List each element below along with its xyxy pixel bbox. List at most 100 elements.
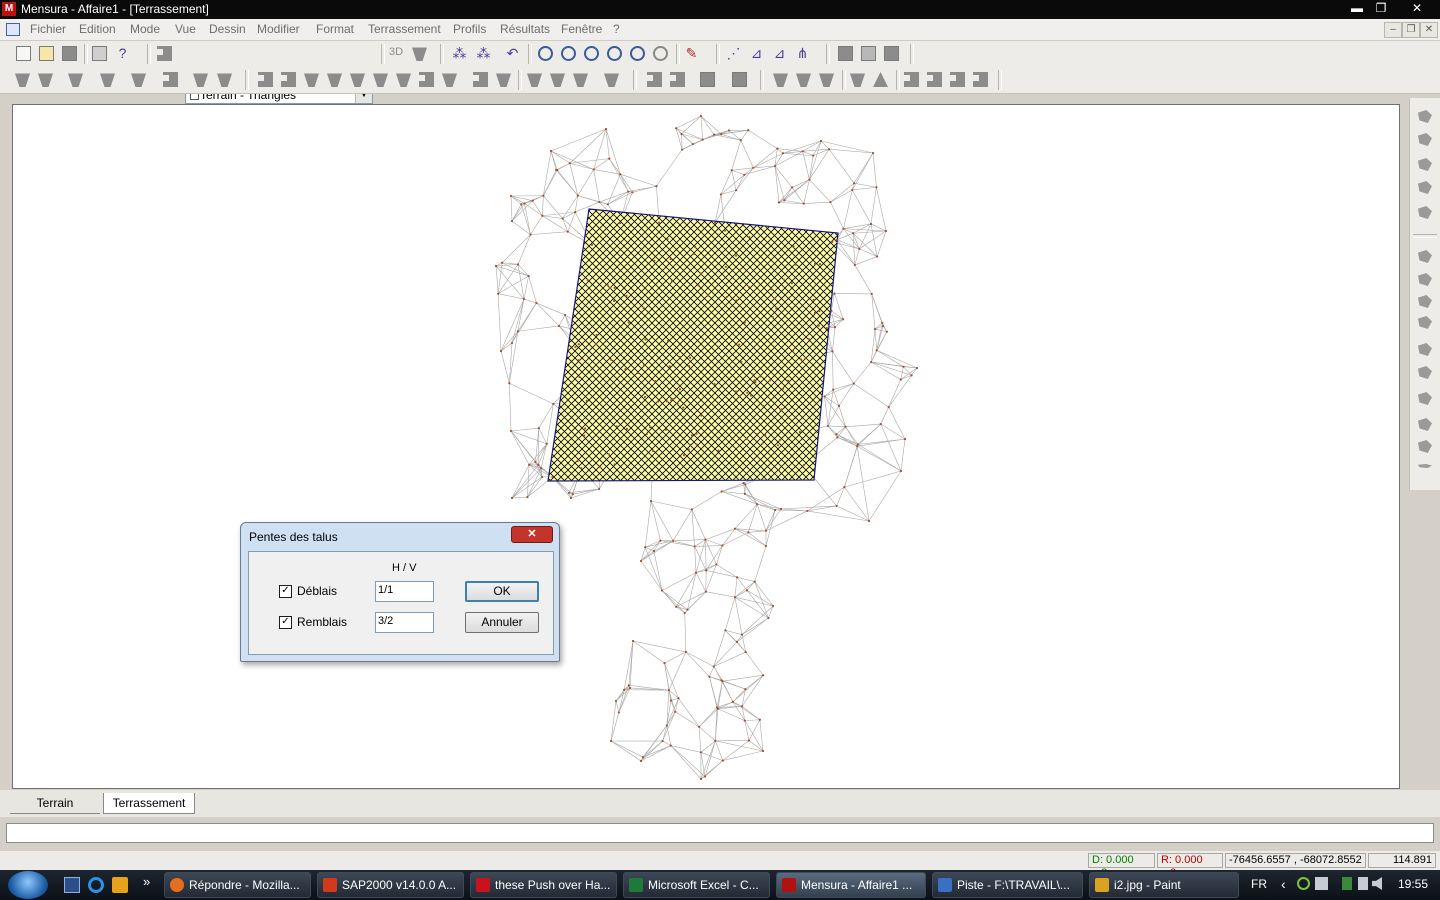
mdi-restore-button[interactable]: ❐ bbox=[1402, 22, 1420, 38]
menu-format[interactable]: Format bbox=[316, 22, 354, 36]
taskbar-item-excel[interactable]: Microsoft Excel - C... bbox=[623, 872, 770, 898]
clock[interactable]: 19:55 bbox=[1398, 877, 1428, 891]
internet-explorer-icon[interactable] bbox=[88, 877, 104, 893]
zoom-extents-icon[interactable] bbox=[561, 46, 576, 61]
section-tool-8-icon[interactable] bbox=[419, 72, 434, 87]
menu-fenetre[interactable]: Fenêtre bbox=[561, 22, 602, 36]
right-tool-11-icon[interactable] bbox=[1418, 366, 1432, 379]
maximize-button[interactable]: ❐ bbox=[1370, 0, 1392, 17]
right-line-tool-icon[interactable] bbox=[1418, 464, 1432, 468]
slope-tool-icon[interactable] bbox=[68, 73, 83, 87]
volume-tool-2-icon[interactable] bbox=[550, 73, 565, 87]
open-folder-icon[interactable] bbox=[39, 46, 54, 61]
drawing-canvas[interactable] bbox=[12, 104, 1400, 789]
bucket-icon[interactable] bbox=[850, 73, 865, 87]
taskbar-item-piste[interactable]: Piste - F:\TRAVAIL\... bbox=[932, 872, 1083, 898]
document-window-icon[interactable] bbox=[6, 23, 20, 36]
volume-icon[interactable] bbox=[1372, 877, 1382, 890]
menu-resultats[interactable]: Résultats bbox=[500, 22, 550, 36]
grid-tool-icon[interactable] bbox=[838, 46, 853, 61]
zoom-out-icon[interactable] bbox=[630, 46, 645, 61]
menu-mode[interactable]: Mode bbox=[130, 22, 160, 36]
deblais-checkbox[interactable]: ✓ bbox=[279, 585, 292, 598]
right-tool-13-icon[interactable] bbox=[1418, 418, 1432, 431]
new-file-icon[interactable] bbox=[16, 46, 31, 61]
house-icon[interactable] bbox=[604, 73, 619, 87]
menu-terrassement[interactable]: Terrassement bbox=[368, 22, 441, 36]
section-tool-4-icon[interactable] bbox=[327, 73, 342, 87]
print-icon[interactable] bbox=[92, 46, 107, 61]
node-tool-icon[interactable]: ⋔ bbox=[795, 46, 810, 61]
volume-tool-3-icon[interactable] bbox=[573, 73, 588, 87]
device-icon[interactable] bbox=[1315, 877, 1328, 890]
taskbar-item-mensura[interactable]: Mensura - Affaire1 ... bbox=[776, 872, 926, 898]
point-tool-icon[interactable]: ⋰ bbox=[726, 46, 741, 61]
taskbar-item-paint[interactable]: i2.jpg - Paint bbox=[1089, 872, 1239, 898]
fill-tool-icon[interactable] bbox=[131, 73, 146, 87]
report-4-icon[interactable] bbox=[973, 72, 988, 87]
right-tool-8-icon[interactable] bbox=[1418, 295, 1432, 308]
block-tool-2-icon[interactable] bbox=[732, 72, 747, 87]
delete-platform-icon[interactable] bbox=[217, 73, 232, 87]
network-icon[interactable] bbox=[1297, 877, 1310, 890]
edge-tool-icon[interactable]: ⊿ bbox=[772, 46, 787, 61]
menu-vue[interactable]: Vue bbox=[175, 22, 196, 36]
right-tool-1-icon[interactable] bbox=[1418, 110, 1432, 123]
screen-tool-icon[interactable] bbox=[647, 72, 662, 87]
menu-edition[interactable]: Edition bbox=[79, 22, 116, 36]
taskbar-item-firefox[interactable]: Répondre - Mozilla... bbox=[164, 872, 311, 898]
road-tool-icon[interactable] bbox=[773, 73, 788, 87]
triangle-icon[interactable] bbox=[873, 72, 888, 87]
right-tool-3-icon[interactable] bbox=[1418, 158, 1432, 171]
taskbar-item-sap2000[interactable]: SAP2000 v14.0.0 A... bbox=[317, 872, 464, 898]
profile-tool-2-icon[interactable] bbox=[496, 73, 511, 87]
menu-profils[interactable]: Profils bbox=[453, 22, 486, 36]
3d-view-button[interactable]: 3D bbox=[389, 46, 404, 61]
section-tool-icon[interactable] bbox=[258, 72, 273, 87]
section-tool-2-icon[interactable] bbox=[281, 72, 296, 87]
remblais-slope-input[interactable]: 3/2 bbox=[375, 612, 434, 633]
right-tool-5-icon[interactable] bbox=[1418, 206, 1432, 219]
battery-icon[interactable] bbox=[1342, 877, 1352, 890]
cancel-button[interactable]: Annuler bbox=[465, 612, 539, 633]
report-3-icon[interactable] bbox=[950, 72, 965, 87]
platform-edit-icon[interactable] bbox=[38, 73, 53, 87]
security-icon[interactable] bbox=[1358, 877, 1368, 890]
right-tool-9-icon[interactable] bbox=[1418, 316, 1432, 329]
mensura-app-icon[interactable]: M bbox=[2, 2, 16, 16]
zoom-in-icon[interactable] bbox=[607, 46, 622, 61]
label-tool-2-icon[interactable]: ⁂ bbox=[476, 46, 491, 61]
grid-tool-2-icon[interactable] bbox=[861, 46, 876, 61]
volume-tool-icon[interactable] bbox=[527, 73, 542, 87]
section-tool-3-icon[interactable] bbox=[304, 73, 319, 87]
tray-expand-icon[interactable]: ‹ bbox=[1281, 876, 1286, 892]
right-tool-2-icon[interactable] bbox=[1418, 133, 1432, 146]
pen-draw-icon[interactable]: ✎ bbox=[684, 46, 699, 61]
quick-launch-more-icon[interactable]: » bbox=[143, 874, 159, 890]
tab-terrassement[interactable]: Terrassement bbox=[103, 793, 195, 814]
remblais-checkbox[interactable]: ✓ bbox=[279, 616, 292, 629]
rotate-view-icon[interactable]: ↶ bbox=[505, 46, 520, 61]
layers-icon[interactable] bbox=[157, 46, 172, 61]
right-tool-12-icon[interactable] bbox=[1418, 392, 1432, 405]
ok-button[interactable]: OK bbox=[465, 581, 539, 602]
profile-tool-icon[interactable] bbox=[473, 72, 488, 87]
menu-modifier[interactable]: Modifier bbox=[257, 22, 300, 36]
menu-help[interactable]: ? bbox=[613, 22, 620, 36]
deblais-slope-input[interactable]: 1/1 bbox=[375, 581, 434, 602]
right-tool-10-icon[interactable] bbox=[1418, 343, 1432, 356]
road-tool-2-icon[interactable] bbox=[796, 73, 811, 87]
right-tool-6-icon[interactable] bbox=[1418, 250, 1432, 263]
zoom-realtime-icon[interactable] bbox=[653, 46, 668, 61]
right-tool-14-icon[interactable] bbox=[1418, 440, 1432, 453]
close-button[interactable]: ✕ bbox=[1404, 0, 1430, 17]
grid-tool-3-icon[interactable] bbox=[884, 46, 899, 61]
screen-tool-2-icon[interactable] bbox=[670, 72, 685, 87]
language-indicator[interactable]: FR bbox=[1251, 877, 1267, 891]
mdi-close-button[interactable]: ✕ bbox=[1420, 22, 1438, 38]
platform-polygon[interactable] bbox=[547, 208, 839, 482]
media-player-icon[interactable] bbox=[112, 877, 128, 893]
right-tool-7-icon[interactable] bbox=[1418, 273, 1432, 286]
road-tool-3-icon[interactable] bbox=[819, 73, 834, 87]
dialog-close-button[interactable]: ✕ bbox=[511, 526, 553, 543]
